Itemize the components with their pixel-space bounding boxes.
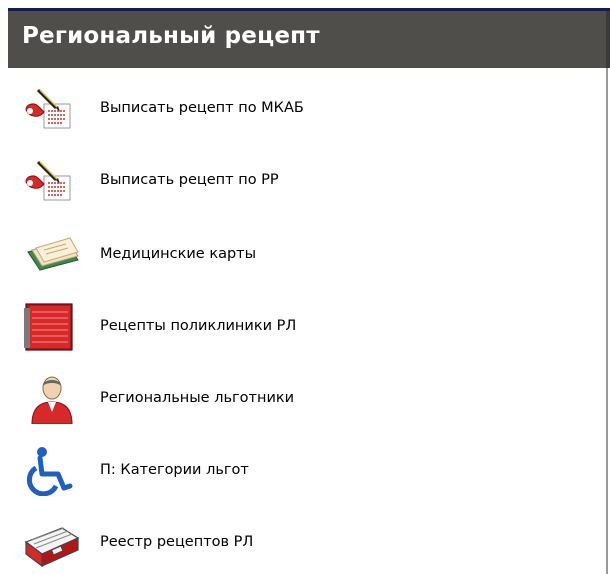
menu-item-label: Выписать рецепт по РР — [100, 172, 279, 188]
menu-item-write-prescription-rr[interactable]: Выписать рецепт по РР — [22, 152, 582, 210]
menu-item-write-prescription-mkab[interactable]: Выписать рецепт по МКАБ — [22, 80, 582, 138]
menu-item-clinic-prescriptions[interactable]: Рецепты поликлиники РЛ — [22, 298, 582, 356]
menu-item-label: Реестр рецептов РЛ — [100, 534, 254, 550]
menu-item-benefit-categories[interactable]: П: Категории льгот — [22, 442, 582, 500]
prescription-pen-icon — [22, 156, 82, 206]
menu-item-regional-beneficiaries[interactable]: Региональные льготники — [22, 370, 582, 428]
red-folder-icon — [22, 302, 82, 352]
wheelchair-icon — [22, 446, 82, 497]
menu-item-medical-cards[interactable]: Медицинские карты — [22, 226, 582, 284]
window-top-edge — [0, 0, 610, 11]
menu-item-label: Региональные льготники — [100, 390, 295, 406]
menu-item-label: Рецепты поликлиники РЛ — [100, 318, 297, 334]
panel-title: Региональный рецепт — [22, 23, 320, 49]
menu-item-label: П: Категории льгот — [100, 462, 249, 478]
medical-cards-icon — [22, 230, 82, 280]
card-index-icon — [22, 518, 82, 568]
menu-item-label: Выписать рецепт по МКАБ — [100, 100, 304, 116]
panel-header: Региональный рецепт — [8, 11, 610, 68]
person-icon — [22, 374, 82, 425]
menu-item-label: Медицинские карты — [100, 246, 257, 262]
prescription-pen-icon — [22, 84, 82, 134]
menu-item-prescription-registry[interactable]: Реестр рецептов РЛ — [22, 514, 582, 572]
menu-panel: Выписать рецепт по МКАБ Выписать рецепт … — [8, 68, 608, 574]
